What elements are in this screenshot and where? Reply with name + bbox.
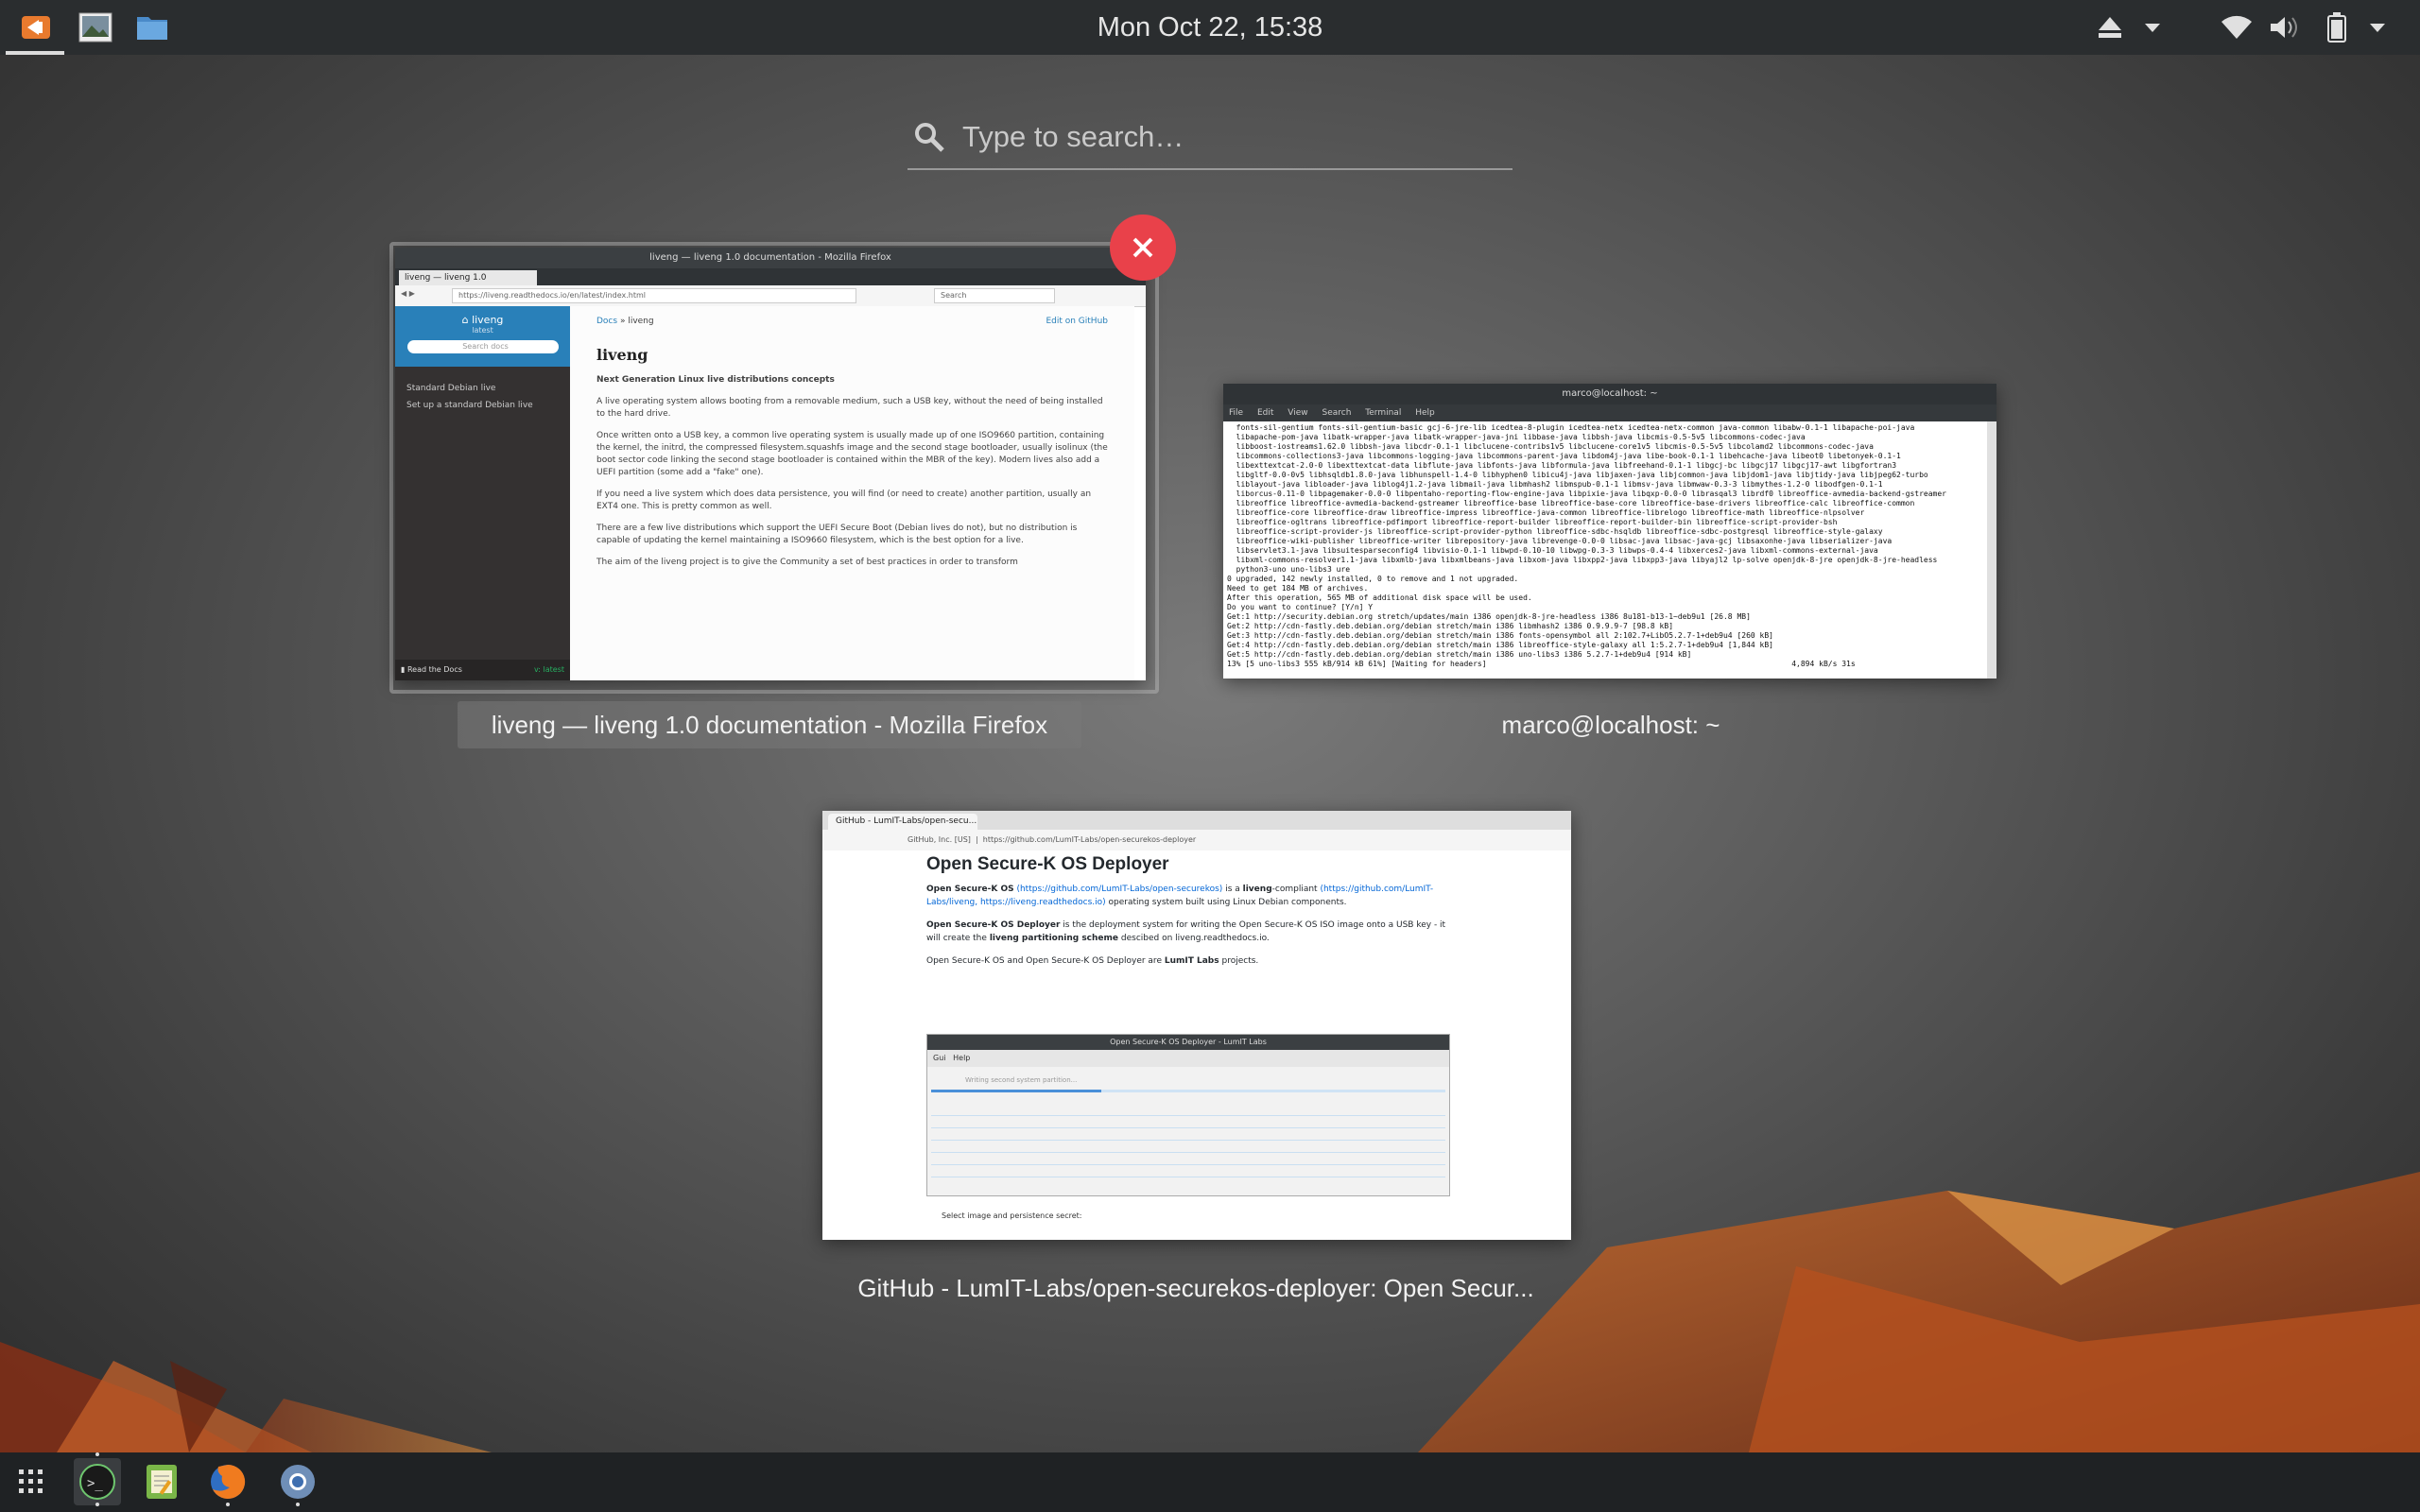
paragraph: If you need a live system which does dat… [596,490,1092,511]
edit-on-github-link[interactable]: Edit on GitHub [1046,316,1108,328]
window-preview-terminal[interactable]: marco@localhost: ~ File Edit View Search… [1223,384,1996,679]
window-titlebar: liveng — liveng 1.0 documentation - Mozi… [395,248,1146,268]
docs-nav-item[interactable]: Set up a standard Debian live [406,397,559,414]
battery-icon[interactable] [2318,0,2356,55]
menu-search[interactable]: Search [1322,408,1351,418]
paragraph: Open Secure-K OS and Open Secure-K OS De… [926,956,1259,966]
close-window-button[interactable] [1110,215,1176,281]
browser-tab[interactable]: GitHub - LumIT-Labs/open-secu... [828,814,977,830]
overview-search[interactable] [908,106,1512,170]
browser-tab[interactable]: liveng — liveng 1.0 documentati... [399,270,537,298]
paragraph: There are a few live distributions which… [596,524,1078,545]
running-indicator [95,1452,99,1456]
tab-strip: GitHub - LumIT-Labs/open-secu... [822,811,1571,830]
nav-bar: GitHub, Inc. [US] | https://github.com/L… [822,830,1571,851]
text-editor-app-icon[interactable] [138,1458,185,1505]
readme-heading: Open Secure-K OS Deployer [926,854,1169,874]
terminal-app-icon[interactable]: >_ [74,1458,121,1505]
show-applications-icon[interactable] [8,1458,55,1505]
docs-version: latest [472,326,493,335]
svg-text:>_: >_ [87,1476,103,1491]
paragraph: Once written onto a USB key, a common li… [596,431,1108,477]
running-indicator [226,1503,230,1506]
select-label: Select image and persistence secret: [942,1211,1082,1220]
nav-bar: ◀ ▶ https://liveng.readthedocs.io/en/lat… [395,285,1146,307]
link[interactable]: (https://github.com/LumIT-Labs/open-secu… [1016,885,1222,894]
docs-content: Docs » liveng Edit on GitHub liveng Next… [570,306,1134,680]
app-menu-help: Help [953,1054,971,1062]
wifi-icon[interactable] [2216,0,2257,55]
url-bar[interactable]: https://liveng.readthedocs.io/en/latest/… [452,288,856,303]
dash-dock: >_ [0,1452,2420,1512]
window-caption-chrome[interactable]: GitHub - LumIT-Labs/open-securekos-deplo… [756,1264,1635,1312]
browser-search-field[interactable]: Search [934,288,1055,303]
menu-view[interactable]: View [1288,408,1307,418]
app-menu-gui: Gui [933,1054,946,1062]
app-menubar: Gui Help [927,1050,1449,1067]
home-icon-project[interactable]: ⌂ liveng [395,314,570,326]
close-icon [1132,237,1153,258]
paragraph: Open Secure-K OS (https://github.com/Lum… [926,885,1434,907]
progress-bar [931,1090,1445,1092]
running-indicator [95,1503,99,1506]
app-titlebar: Open Secure-K OS Deployer - LumIT Labs [927,1035,1449,1050]
running-indicator [296,1503,300,1506]
chromium-app-icon[interactable] [274,1458,321,1505]
book-icon: ▮ [401,665,406,674]
section-subheading: Next Generation Linux live distributions… [596,375,835,385]
breadcrumb-current: » liveng [619,317,654,326]
app-status: Writing second system partition... [965,1076,1078,1084]
docs-search-input[interactable]: Search docs [406,340,559,353]
window-preview-firefox[interactable]: liveng — liveng 1.0 documentation - Mozi… [395,248,1146,680]
window-caption-terminal[interactable]: marco@localhost: ~ [1356,701,1866,748]
device-list [931,1104,1445,1179]
terminal-output[interactable]: fonts-sil-gentium fonts-sil-gentium-basi… [1223,421,1987,679]
top-bar: Mon Oct 22, 15:38 [0,0,2420,55]
search-icon [913,121,945,157]
tab-strip: liveng — liveng 1.0 documentati... [395,268,1146,298]
paragraph: Open Secure-K OS Deployer is the deploym… [926,920,1446,943]
secure-badge: GitHub, Inc. [US] [908,835,971,844]
firefox-app-icon[interactable] [204,1458,251,1505]
terminal-menubar: File Edit View Search Terminal Help [1223,404,1996,421]
menu-edit[interactable]: Edit [1257,408,1273,418]
breadcrumb-home[interactable]: Docs [596,317,617,326]
read-the-docs-footer[interactable]: ▮ Read the Docs v: latest [395,660,570,680]
paragraph: The aim of the liveng project is to give… [596,558,1018,567]
volume-icon[interactable] [2265,0,2307,55]
system-menu-chevron-icon[interactable] [2363,0,2392,55]
docs-sidebar: ⌂ liveng latest Search docs Standard Deb… [395,306,570,680]
back-icon[interactable]: ◀ ▶ [401,289,415,298]
version-selector[interactable]: v: latest [534,660,564,680]
url-bar[interactable]: https://github.com/LumIT-Labs/open-secur… [983,835,1196,844]
eject-icon[interactable] [2091,0,2129,55]
search-input[interactable] [960,110,1503,164]
window-preview-chrome[interactable]: GitHub - LumIT-Labs/open-secu... GitHub,… [822,811,1571,1240]
page-heading: liveng [596,346,648,364]
chevron-down-icon[interactable] [2138,0,2167,55]
terminal-scrollbar[interactable] [1987,421,1996,679]
clock[interactable]: Mon Oct 22, 15:38 [0,0,2420,55]
page-content: Open Secure-K OS Deployer Open Secure-K … [822,850,1571,1240]
menu-file[interactable]: File [1229,408,1243,418]
menu-help[interactable]: Help [1415,408,1435,418]
docs-nav-item[interactable]: Standard Debian live [406,380,559,397]
window-caption-firefox[interactable]: liveng — liveng 1.0 documentation - Mozi… [458,701,1081,748]
docs-sidebar-header: ⌂ liveng latest Search docs [395,306,570,367]
deployer-screenshot: Open Secure-K OS Deployer - LumIT Labs G… [926,1034,1450,1196]
window-titlebar: marco@localhost: ~ [1223,384,1996,404]
paragraph: A live operating system allows booting f… [596,397,1103,419]
menu-terminal[interactable]: Terminal [1365,408,1401,418]
